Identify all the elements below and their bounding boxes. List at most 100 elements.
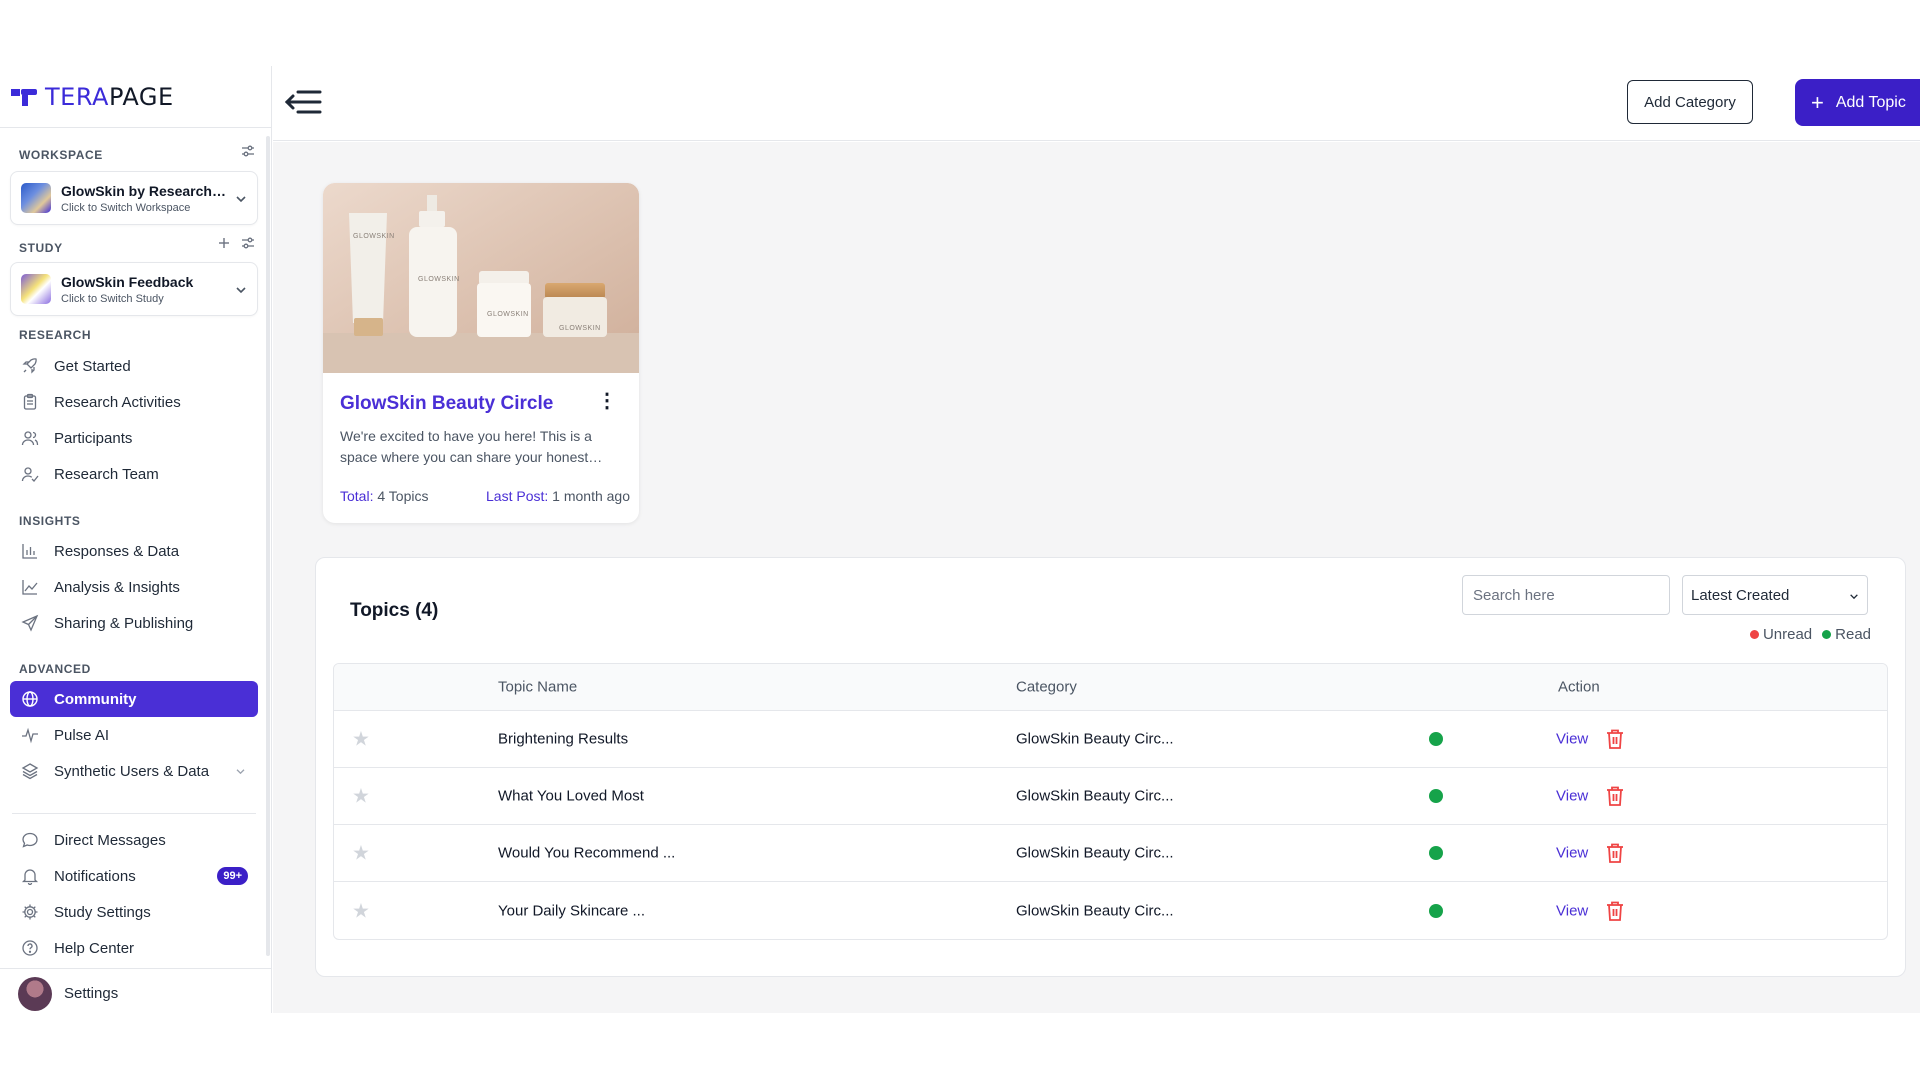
last-post-label: Last Post: <box>486 488 549 504</box>
add-study-icon[interactable] <box>217 236 231 253</box>
trash-icon[interactable] <box>1604 841 1626 865</box>
top-header: Add Category + Add Topic <box>273 66 1920 141</box>
nav-research-activities[interactable]: Research Activities <box>10 384 258 420</box>
nav-study-settings[interactable]: Study Settings <box>10 894 258 930</box>
nav-participants[interactable]: Participants <box>10 420 258 456</box>
add-topic-button[interactable]: + Add Topic <box>1795 79 1920 126</box>
workspace-label: WORKSPACE <box>19 148 103 162</box>
topics-title: Topics (4) <box>350 600 439 621</box>
nav-responses-data[interactable]: Responses & Data <box>10 533 258 569</box>
nav-pulse-ai[interactable]: Pulse AI <box>10 717 258 753</box>
chevron-down-icon <box>235 190 247 206</box>
topic-category: GlowSkin Beauty Circ... <box>1016 902 1174 919</box>
topics-panel: Topics (4) Latest Created Unread Read To… <box>315 557 1906 977</box>
nav-synthetic-users[interactable]: Synthetic Users & Data <box>10 753 258 789</box>
nav-label: Direct Messages <box>54 831 166 849</box>
nav-direct-messages[interactable]: Direct Messages <box>10 822 258 858</box>
star-icon[interactable]: ★ <box>352 898 370 923</box>
study-title: GlowSkin Feedback <box>61 273 194 290</box>
nav-label: Notifications <box>54 867 136 885</box>
product-label-bottle: GLOWSKIN <box>418 276 460 283</box>
add-category-button[interactable]: Add Category <box>1627 80 1753 124</box>
trash-icon[interactable] <box>1604 899 1626 923</box>
clipboard-icon <box>20 392 40 412</box>
star-icon[interactable]: ★ <box>352 841 370 866</box>
star-icon[interactable]: ★ <box>352 727 370 752</box>
pulse-icon <box>20 725 40 745</box>
sidebar-scrollbar[interactable] <box>266 136 270 956</box>
category-description: We're excited to have you here! This is … <box>340 428 592 465</box>
nav-research-team[interactable]: Research Team <box>10 456 258 492</box>
user-check-icon <box>20 464 40 484</box>
category-total: Total: 4 Topics <box>340 488 428 504</box>
nav-notifications[interactable]: Notifications 99+ <box>10 858 258 894</box>
logo-mark-icon <box>11 87 39 107</box>
category-card[interactable]: GLOWSKIN GLOWSKIN GLOWSKIN GLOWSKIN Glow… <box>323 183 639 523</box>
line-chart-icon <box>20 577 40 597</box>
sort-value: Latest Created <box>1691 586 1790 604</box>
help-icon <box>20 938 40 958</box>
search-input[interactable] <box>1462 575 1670 615</box>
insights-section-label: INSIGHTS <box>19 514 81 528</box>
nav-get-started[interactable]: Get Started <box>10 348 258 384</box>
view-link[interactable]: View <box>1556 845 1588 862</box>
more-options-icon[interactable]: ⋮ <box>597 391 617 411</box>
nav-label: Responses & Data <box>54 542 180 560</box>
nav-label: Get Started <box>54 357 131 375</box>
brand-name: TERAPAGE <box>45 83 174 111</box>
table-row[interactable]: ★ Your Daily Skincare ... GlowSkin Beaut… <box>334 882 1887 939</box>
star-icon[interactable]: ★ <box>352 784 370 809</box>
table-row[interactable]: ★ Would You Recommend ... GlowSkin Beaut… <box>334 825 1887 882</box>
table-header: Topic Name Category Action <box>334 664 1887 711</box>
nav-analysis-insights[interactable]: Analysis & Insights <box>10 569 258 605</box>
filter-icon[interactable] <box>241 144 255 161</box>
category-cover-image: GLOWSKIN GLOWSKIN GLOWSKIN GLOWSKIN <box>323 183 639 373</box>
nav-help-center[interactable]: Help Center <box>10 930 258 966</box>
layers-icon <box>20 761 40 781</box>
nav-sharing-publishing[interactable]: Sharing & Publishing <box>10 605 258 641</box>
users-icon <box>20 428 40 448</box>
table-row[interactable]: ★ What You Loved Most GlowSkin Beauty Ci… <box>334 768 1887 825</box>
read-status-icon <box>1429 732 1443 746</box>
legend-read-label: Read <box>1835 626 1871 643</box>
study-subtitle: Click to Switch Study <box>61 292 164 305</box>
globe-icon <box>20 689 40 709</box>
nav-community[interactable]: Community <box>10 681 258 717</box>
brand-name-part1: TERA <box>45 83 109 111</box>
avatar[interactable] <box>18 977 52 1011</box>
trash-icon[interactable] <box>1604 784 1626 808</box>
category-title[interactable]: GlowSkin Beauty Circle <box>340 393 553 415</box>
workspace-switcher[interactable]: GlowSkin by Research Team Click to Switc… <box>10 171 258 225</box>
col-category: Category <box>1016 678 1077 696</box>
topic-name[interactable]: Your Daily Skincare ... <box>498 902 645 919</box>
terapage-logo[interactable]: TERAPAGE <box>11 82 174 112</box>
trash-icon[interactable] <box>1604 727 1626 751</box>
study-switcher[interactable]: GlowSkin Feedback Click to Switch Study <box>10 262 258 316</box>
settings-link[interactable]: Settings <box>64 985 118 1002</box>
topic-name[interactable]: What You Loved Most <box>498 788 644 805</box>
nav-label: Synthetic Users & Data <box>54 762 210 780</box>
col-action: Action <box>1558 678 1600 696</box>
collapse-sidebar-button[interactable] <box>283 84 323 124</box>
workspace-tools <box>241 144 255 161</box>
sidebar-divider <box>0 127 272 128</box>
topic-category: GlowSkin Beauty Circ... <box>1016 787 1174 805</box>
topic-name[interactable]: Would You Recommend ... <box>498 845 675 862</box>
topic-category: GlowSkin Beauty Circ... <box>1016 730 1174 748</box>
topics-table: Topic Name Category Action ★ Brightening… <box>333 663 1888 940</box>
view-link[interactable]: View <box>1556 788 1588 805</box>
sort-select[interactable]: Latest Created <box>1682 575 1868 615</box>
filter-icon[interactable] <box>241 236 255 253</box>
view-link[interactable]: View <box>1556 902 1588 919</box>
chevron-down-icon <box>1849 587 1859 604</box>
category-meta: Total: 4 Topics Last Post: 1 month ago <box>340 488 630 504</box>
study-thumbnail <box>21 274 51 304</box>
view-link[interactable]: View <box>1556 731 1588 748</box>
sidebar-divider <box>12 813 256 814</box>
notifications-badge: 99+ <box>217 867 248 885</box>
main-content: GLOWSKIN GLOWSKIN GLOWSKIN GLOWSKIN Glow… <box>273 142 1920 1013</box>
nav-label: Study Settings <box>54 903 151 921</box>
table-row[interactable]: ★ Brightening Results GlowSkin Beauty Ci… <box>334 711 1887 768</box>
send-icon <box>20 613 40 633</box>
topic-name[interactable]: Brightening Results <box>498 731 628 748</box>
